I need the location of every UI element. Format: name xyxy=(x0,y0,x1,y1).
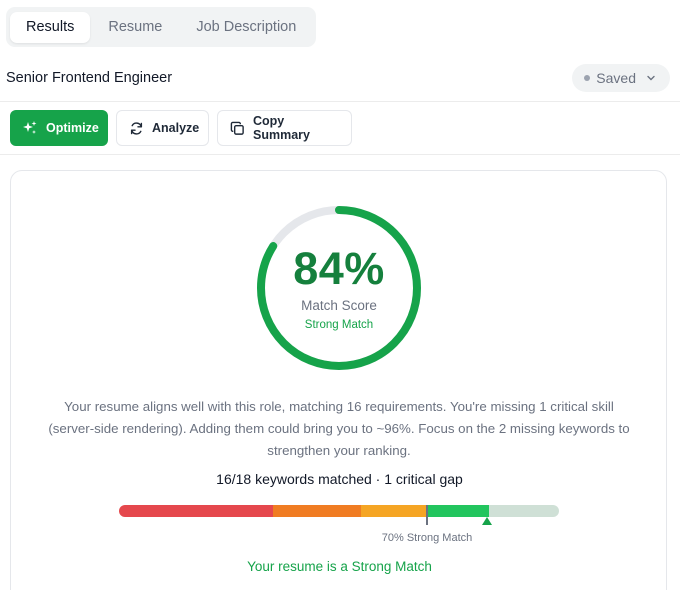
match-bar-segment xyxy=(361,505,427,517)
match-strength-bar xyxy=(119,505,559,517)
view-tabs: Results Resume Job Description xyxy=(6,7,317,47)
sparkles-icon xyxy=(23,121,37,134)
toolbar-divider xyxy=(0,154,680,155)
optimize-button[interactable]: Optimize xyxy=(10,110,108,146)
match-score-value: 84% xyxy=(293,243,385,294)
save-status-dropdown[interactable]: Saved xyxy=(572,64,670,92)
match-bar-segment xyxy=(488,505,559,517)
tab-resume[interactable]: Resume xyxy=(92,12,178,43)
tab-results[interactable]: Results xyxy=(10,11,91,43)
header-divider xyxy=(0,101,680,102)
copy-summary-label: Copy Summary xyxy=(253,114,310,142)
chevron-down-icon xyxy=(647,75,655,81)
match-score-label: Match Score xyxy=(301,298,377,313)
analysis-summary: Your resume aligns well with this role, … xyxy=(48,399,630,458)
job-title: Senior Frontend Engineer xyxy=(6,70,173,86)
keywords-summary: 16/18 keywords matched · 1 critical gap xyxy=(216,471,463,487)
analyze-button[interactable]: Analyze xyxy=(116,110,209,146)
match-verdict-label: Strong Match xyxy=(304,319,374,331)
threshold-marker xyxy=(426,505,428,525)
copy-icon xyxy=(230,121,244,135)
tab-job-description[interactable]: Job Description xyxy=(180,12,312,43)
match-bar-segment xyxy=(427,505,489,517)
optimize-label: Optimize xyxy=(46,121,99,135)
refresh-icon xyxy=(130,121,143,135)
result-verdict: Your resume is a Strong Match xyxy=(247,559,432,574)
match-bar-segment xyxy=(273,505,361,517)
save-status-label: Saved xyxy=(596,70,636,86)
match-bar-segment xyxy=(119,505,273,517)
current-score-marker-icon xyxy=(482,517,492,525)
threshold-label: 70% Strong Match xyxy=(381,532,473,544)
analyze-label: Analyze xyxy=(152,121,200,135)
status-dot-icon xyxy=(584,75,591,81)
app-root: Results Resume Job Description Senior Fr… xyxy=(0,0,680,590)
results-card: 84% Match Score Strong Match Your resume… xyxy=(10,170,667,590)
copy-summary-button[interactable]: Copy Summary xyxy=(217,110,352,146)
